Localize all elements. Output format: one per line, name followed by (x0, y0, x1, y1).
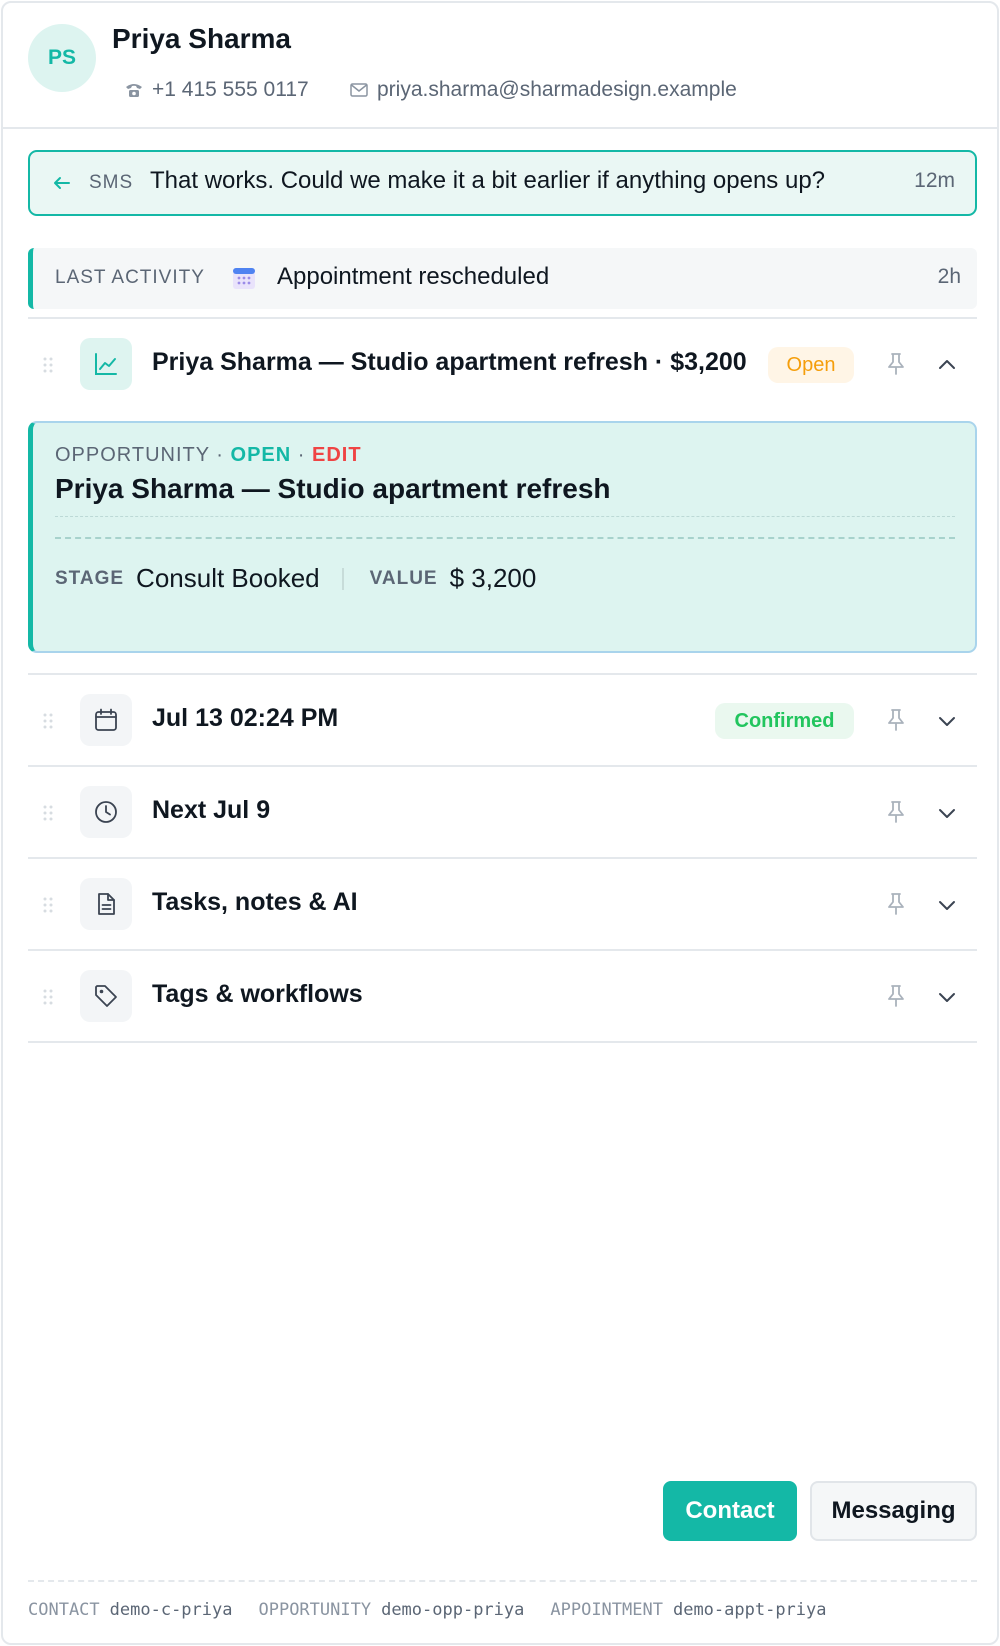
opportunity-breadcrumb: OPPORTUNITY · OPEN · EDIT (55, 444, 362, 467)
value-amount: $ 3,200 (449, 563, 537, 593)
email-address: priya.sharma@sharmadesign.example (377, 78, 737, 101)
document-icon (80, 878, 132, 930)
next-row-title: Next Jul 9 (152, 796, 271, 824)
contact-name: Priya Sharma (112, 23, 291, 54)
opportunity-card: OPPORTUNITY · OPEN · EDIT Priya Sharma —… (28, 421, 977, 653)
next-row: Next Jul 9 (28, 765, 977, 857)
mail-icon (349, 80, 369, 100)
tag-icon (80, 970, 132, 1022)
footer-appointment: APPOINTMENT demo-appt-priya (550, 1600, 827, 1620)
tasks-row-header[interactable]: Tasks, notes & AI (28, 859, 977, 951)
opportunity-stats: STAGE Consult Booked VALUE $ 3,200 (55, 563, 536, 594)
drag-handle-icon[interactable] (42, 804, 54, 822)
last-activity-time: 2h (937, 265, 961, 288)
divider (55, 516, 955, 517)
chevron-down-icon[interactable] (935, 709, 959, 733)
phone-row[interactable]: +1 415 555 0117 (124, 78, 309, 102)
contact-button[interactable]: Contact (663, 1481, 797, 1541)
pin-icon[interactable] (883, 707, 909, 733)
phone-icon (124, 80, 144, 100)
opportunity-row-title: Priya Sharma — Studio apartment refresh … (152, 348, 747, 376)
email-row[interactable]: priya.sharma@sharmadesign.example (349, 78, 737, 102)
record-ids-footer: CONTACT demo-c-priya OPPORTUNITY demo-opp-… (28, 1600, 827, 1620)
drag-handle-icon[interactable] (42, 988, 54, 1006)
last-activity-label: LAST ACTIVITY (55, 267, 205, 288)
footer-contact: CONTACT demo-c-priya (28, 1600, 233, 1620)
tags-row: Tags & workflows (28, 949, 977, 1043)
chevron-down-icon[interactable] (935, 801, 959, 825)
arrow-left-icon (50, 171, 74, 195)
tags-row-header[interactable]: Tags & workflows (28, 951, 977, 1043)
stat-divider (341, 567, 344, 590)
messaging-button[interactable]: Messaging (810, 1481, 977, 1541)
tags-row-title: Tags & workflows (152, 980, 363, 1008)
chevron-down-icon[interactable] (935, 985, 959, 1009)
drag-handle-icon[interactable] (42, 356, 54, 374)
appointment-row: Jul 13 02:24 PM Confirmed (28, 673, 977, 765)
drag-handle-icon[interactable] (42, 712, 54, 730)
stage-value: Consult Booked (136, 563, 320, 593)
chart-icon (80, 338, 132, 390)
opportunity-row-header[interactable]: Priya Sharma — Studio apartment refresh … (28, 319, 977, 411)
phone-number: +1 415 555 0117 (152, 78, 309, 101)
avatar: PS (28, 24, 96, 92)
edit-link[interactable]: EDIT (312, 444, 362, 466)
last-activity: LAST ACTIVITY Appointment rescheduled 2h (28, 248, 977, 309)
sms-banner[interactable]: SMS That works. Could we make it a bit e… (28, 150, 977, 216)
status-badge: Open (768, 347, 854, 383)
opportunity-status-label: OPEN (230, 444, 292, 466)
clock-icon (80, 786, 132, 838)
next-row-header[interactable]: Next Jul 9 (28, 767, 977, 859)
tasks-row-title: Tasks, notes & AI (152, 888, 358, 916)
stage-label: STAGE (55, 567, 125, 589)
footer-opportunity: OPPORTUNITY demo-opp-priya (258, 1600, 525, 1620)
status-badge: Confirmed (715, 703, 854, 739)
divider (55, 537, 955, 539)
sms-message: That works. Could we make it a bit earli… (150, 167, 826, 194)
sms-time: 12m (914, 169, 955, 192)
value-label: VALUE (369, 567, 438, 589)
opportunity-type-label: OPPORTUNITY (55, 444, 210, 466)
breadcrumb-separator: · (216, 444, 224, 466)
contact-header: PS Priya Sharma +1 415 555 0117 priya.sh… (3, 3, 997, 129)
last-activity-text: Appointment rescheduled (277, 263, 550, 290)
drag-handle-icon[interactable] (42, 896, 54, 914)
chevron-up-icon[interactable] (935, 353, 959, 377)
pin-icon[interactable] (883, 891, 909, 917)
opportunity-title: Priya Sharma — Studio apartment refresh (55, 473, 611, 504)
pin-icon[interactable] (883, 983, 909, 1009)
appointment-row-header[interactable]: Jul 13 02:24 PM Confirmed (28, 675, 977, 767)
contact-panel: PS Priya Sharma +1 415 555 0117 priya.sh… (1, 1, 999, 1645)
calendar-icon (80, 694, 132, 746)
footer-divider (28, 1580, 977, 1582)
appointment-row-title: Jul 13 02:24 PM (152, 704, 339, 732)
breadcrumb-separator: · (297, 444, 306, 466)
calendar-icon (230, 264, 258, 292)
sms-label: SMS (89, 172, 134, 193)
pin-icon[interactable] (883, 799, 909, 825)
opportunity-row: Priya Sharma — Studio apartment refresh … (28, 317, 977, 421)
pin-icon[interactable] (883, 351, 909, 377)
chevron-down-icon[interactable] (935, 893, 959, 917)
tasks-row: Tasks, notes & AI (28, 857, 977, 949)
